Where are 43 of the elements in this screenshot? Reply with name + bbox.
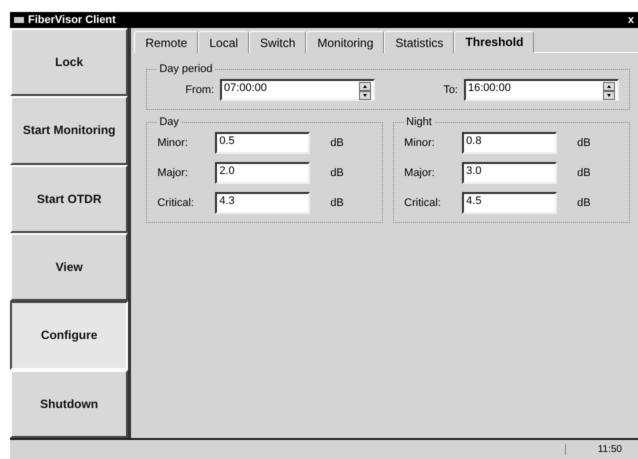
- field-label: Major:: [404, 167, 436, 179]
- sidebar-button[interactable]: Start Monitoring: [10, 96, 128, 165]
- sidebar-button[interactable]: Start OTDR: [10, 164, 128, 233]
- unit-label: dB: [330, 197, 344, 209]
- group-title: Day: [158, 116, 180, 128]
- field-label: Critical:: [157, 197, 195, 209]
- value-field[interactable]: 0.5: [215, 132, 310, 154]
- group-title: Night: [405, 116, 433, 128]
- unit-label: dB: [577, 167, 591, 179]
- field-label: Major:: [157, 167, 189, 179]
- app-icon: [14, 16, 24, 24]
- time-field[interactable]: 16:00:00: [464, 79, 619, 101]
- unit-label: dB: [330, 137, 344, 149]
- sidebar-button[interactable]: View: [10, 232, 128, 302]
- value-field[interactable]: 0.8: [462, 132, 558, 154]
- unit-label: dB: [577, 137, 591, 149]
- spin-arrows-icon: [359, 82, 372, 100]
- tab[interactable]: Local: [198, 31, 250, 53]
- tab[interactable]: Monitoring: [306, 31, 384, 53]
- field-label: From:: [185, 84, 214, 96]
- spin-arrows-icon: [603, 82, 615, 100]
- sidebar-button[interactable]: Lock: [10, 28, 128, 96]
- tab[interactable]: Statistics: [384, 31, 454, 53]
- field-label: Critical:: [404, 197, 442, 209]
- value-field[interactable]: 4.3: [215, 192, 310, 214]
- time-field[interactable]: 07:00:00: [220, 79, 376, 101]
- value-field[interactable]: 3.0: [462, 162, 558, 184]
- status-time: 11:50: [564, 444, 638, 455]
- unit-label: dB: [330, 167, 344, 179]
- sidebar-button[interactable]: Configure: [10, 301, 128, 370]
- close-button[interactable]: x: [628, 14, 634, 26]
- value-field[interactable]: 2.0: [215, 162, 310, 184]
- field-label: Minor:: [404, 137, 436, 149]
- field-label: Minor:: [157, 137, 189, 149]
- unit-label: dB: [577, 197, 591, 209]
- tab[interactable]: Threshold: [454, 31, 534, 53]
- tab[interactable]: Switch: [249, 31, 306, 53]
- tab[interactable]: Remote: [134, 31, 198, 53]
- field-label: To:: [443, 84, 458, 96]
- value-field[interactable]: 4.5: [462, 192, 558, 214]
- sidebar-button[interactable]: Shutdown: [10, 370, 128, 438]
- group-title: Day period: [158, 63, 214, 75]
- window-title: FiberVisor Client: [28, 14, 116, 26]
